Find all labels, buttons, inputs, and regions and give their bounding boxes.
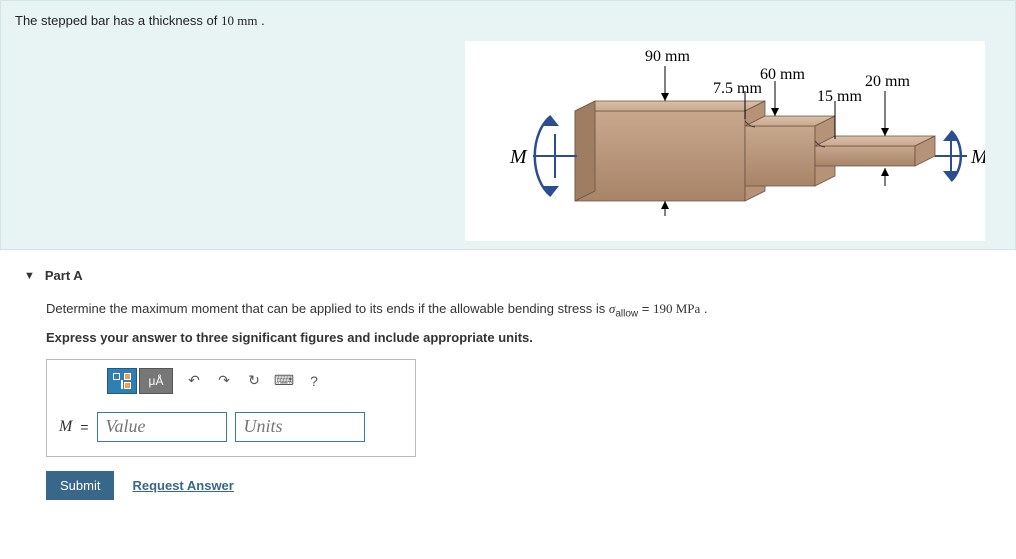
- part-header: ▼ Part A: [24, 268, 992, 283]
- redo-button[interactable]: ↷: [209, 368, 239, 394]
- figure-svg: 90 mm 60 mm 7.5 mm 20 mm 15 mm M M: [465, 41, 985, 241]
- undo-button[interactable]: ↶: [179, 368, 209, 394]
- collapse-caret-icon[interactable]: ▼: [24, 270, 35, 282]
- special-chars-button[interactable]: μÅ: [139, 368, 173, 394]
- templates-button[interactable]: [107, 368, 137, 394]
- problem-suffix: .: [257, 13, 264, 28]
- moment-label-right: M: [970, 146, 985, 168]
- units-input[interactable]: [235, 412, 365, 442]
- problem-text: The stepped bar has a thickness of 10 mm…: [15, 13, 1001, 29]
- answer-input-row: M =: [47, 402, 415, 456]
- dim-20: 20 mm: [865, 73, 910, 90]
- problem-value: 10 mm: [221, 13, 257, 28]
- dim-15: 15 mm: [817, 88, 862, 105]
- submit-button[interactable]: Submit: [46, 471, 114, 500]
- part-body: Determine the maximum moment that can be…: [24, 301, 992, 500]
- moment-label-left: M: [509, 146, 528, 168]
- question-text: Determine the maximum moment that can be…: [46, 301, 992, 320]
- equals-sign: =: [638, 301, 653, 316]
- dim-90: 90 mm: [645, 48, 690, 65]
- dim-7-5: 7.5 mm: [713, 80, 762, 97]
- dim-60: 60 mm: [760, 66, 805, 83]
- question-prefix: Determine the maximum moment that can be…: [46, 301, 609, 316]
- submit-row: Submit Request Answer: [46, 471, 992, 500]
- problem-statement-panel: The stepped bar has a thickness of 10 mm…: [0, 0, 1016, 250]
- sigma-subscript: allow: [615, 309, 638, 320]
- sigma-value: 190 MPa: [653, 301, 700, 316]
- part-a-section: ▼ Part A Determine the maximum moment th…: [0, 250, 1016, 510]
- templates-icon: [113, 373, 131, 389]
- value-input[interactable]: [97, 412, 227, 442]
- answer-variable-label: M: [59, 418, 72, 436]
- help-button[interactable]: ?: [299, 368, 329, 394]
- reset-button[interactable]: ↻: [239, 368, 269, 394]
- instructions-text: Express your answer to three significant…: [46, 330, 992, 345]
- question-suffix: .: [700, 301, 707, 316]
- keyboard-button[interactable]: ⌨: [269, 368, 299, 394]
- figure-container: 90 mm 60 mm 7.5 mm 20 mm 15 mm M M: [465, 41, 985, 241]
- part-title: Part A: [45, 268, 83, 283]
- problem-prefix: The stepped bar has a thickness of: [15, 13, 221, 28]
- answer-box: μÅ ↶ ↷ ↻ ⌨ ? M =: [46, 359, 416, 457]
- request-answer-link[interactable]: Request Answer: [132, 478, 233, 493]
- answer-toolbar: μÅ ↶ ↷ ↻ ⌨ ?: [47, 360, 415, 402]
- answer-equals: =: [80, 419, 88, 435]
